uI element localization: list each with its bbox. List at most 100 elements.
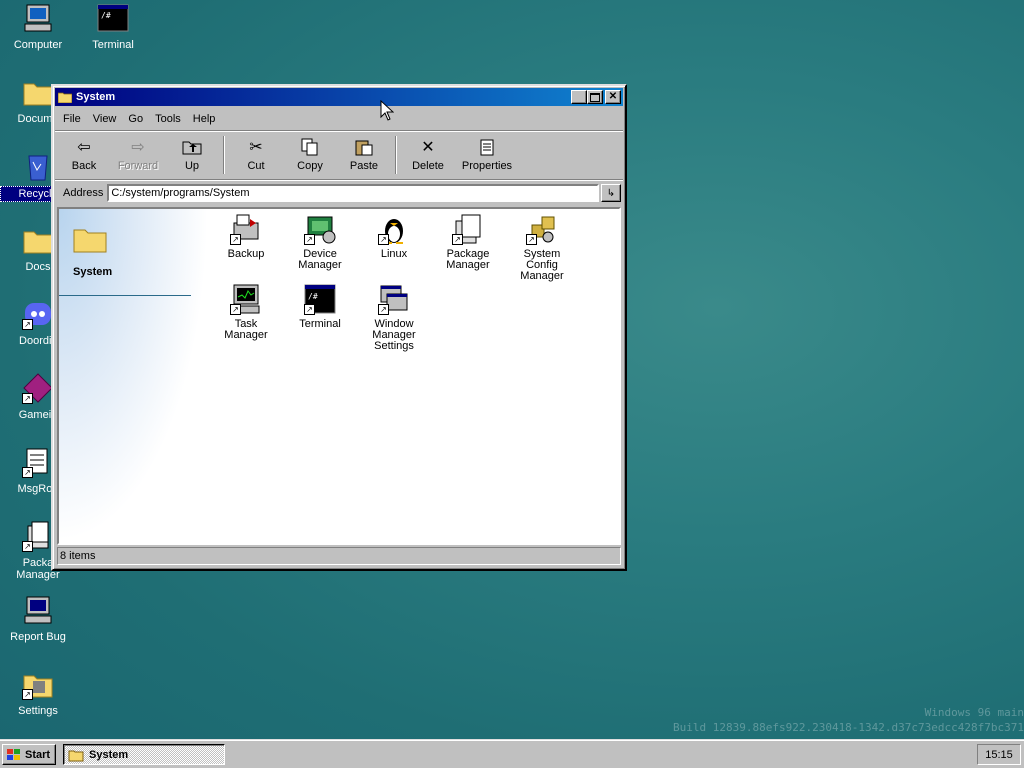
file-item-window-manager-settings[interactable]: ↗ Window Manager Settings (361, 283, 427, 352)
go-button[interactable]: ↳ (601, 184, 621, 202)
up-folder-icon (181, 137, 203, 157)
shortcut-arrow-icon: ↗ (378, 304, 389, 315)
heading-underline (59, 295, 191, 296)
menu-go[interactable]: Go (122, 110, 149, 128)
up-button[interactable]: Up (165, 134, 219, 176)
desktop-icon-label: Report Bug (10, 631, 66, 643)
window-manager-icon: ↗ (378, 283, 410, 315)
back-label: Back (71, 160, 97, 172)
maximize-icon (590, 92, 600, 102)
shortcut-arrow-icon: ↗ (22, 393, 33, 404)
back-button[interactable]: ⇦ Back (57, 134, 111, 176)
settings-icon: ↗ (22, 668, 54, 700)
svg-text:/#: /# (101, 11, 111, 20)
file-item-task-manager[interactable]: ↗ Task Manager (213, 283, 279, 341)
linux-tux-icon: ↗ (378, 213, 410, 245)
file-item-terminal[interactable]: /# ↗ Terminal (287, 283, 353, 330)
svg-text:/#: /# (308, 292, 318, 301)
taskbar: Start System 15:15 (0, 739, 1024, 768)
cut-label: Cut (247, 160, 265, 172)
taskbar-item-system[interactable]: System (63, 744, 225, 765)
computer-icon (22, 2, 54, 34)
file-item-device-manager[interactable]: ↗ Device Manager (287, 213, 353, 271)
start-label: Start (25, 748, 51, 761)
properties-label: Properties (461, 160, 513, 172)
menu-bar: File View Go Tools Help (57, 110, 221, 128)
paste-icon (353, 137, 375, 157)
menu-divider (55, 130, 623, 132)
backup-icon: ↗ (230, 213, 262, 245)
shortcut-arrow-icon: ↗ (230, 304, 241, 315)
folder-view: System ↗ Backup ↗ Device Manager ↗ Linux (57, 207, 621, 545)
desktop-icon-label: Computer (13, 39, 63, 51)
terminal-icon: /# (97, 2, 129, 34)
copy-button[interactable]: Copy (283, 134, 337, 176)
scissors-icon: ✂ (249, 139, 263, 156)
folder-icon (58, 92, 72, 103)
file-item-label: Task Manager (224, 318, 268, 341)
menu-help[interactable]: Help (187, 110, 222, 128)
minimize-button[interactable]: _ (571, 90, 587, 104)
file-item-label: Window Manager Settings (372, 318, 416, 352)
desktop-icon-label: Settings (18, 705, 58, 717)
file-item-label: System Config Manager (520, 248, 564, 282)
forward-label: Forward (117, 160, 159, 172)
folder-icon (22, 224, 54, 256)
file-item-package-manager[interactable]: ↗ Package Manager (435, 213, 501, 271)
folder-info-panel: System (59, 209, 209, 543)
status-bar: 8 items (57, 547, 621, 565)
delete-button[interactable]: ✕ Delete (401, 134, 455, 176)
package-icon: ↗ (452, 213, 484, 245)
minimize-icon: _ (576, 93, 582, 105)
maximize-button[interactable] (587, 90, 603, 104)
device-manager-icon: ↗ (304, 213, 336, 245)
delete-x-icon: ✕ (421, 139, 435, 156)
shortcut-arrow-icon: ↗ (378, 234, 389, 245)
messaging-icon: ↗ (22, 446, 54, 478)
address-input[interactable]: C:/system/programs/System (107, 184, 599, 202)
file-item-backup[interactable]: ↗ Backup (213, 213, 279, 260)
menu-view[interactable]: View (87, 110, 123, 128)
folder-icon (22, 76, 54, 108)
toolbar-separator (395, 136, 397, 174)
shortcut-arrow-icon: ↗ (526, 234, 537, 245)
shortcut-arrow-icon: ↗ (230, 234, 241, 245)
desktop-icon-computer[interactable]: Computer (0, 2, 76, 52)
toolbar-divider (55, 179, 623, 181)
toolbar-separator (223, 136, 225, 174)
windows-logo-icon (7, 748, 20, 760)
system-tray-clock[interactable]: 15:15 (977, 744, 1021, 765)
address-label: Address (63, 187, 104, 199)
desktop-icon-terminal[interactable]: /# Terminal (75, 2, 151, 52)
close-button[interactable]: ✕ (605, 90, 621, 104)
window-titlebar[interactable]: System _ ✕ (55, 88, 623, 106)
folder-icon (68, 750, 84, 761)
properties-icon (476, 137, 498, 157)
delete-label: Delete (412, 160, 444, 172)
build-watermark-line2: Build 12839.88efs922.230418-1342.d37c73e… (673, 721, 1024, 734)
menu-file[interactable]: File (57, 110, 87, 128)
file-item-label: Package Manager (446, 248, 490, 271)
properties-button[interactable]: Properties (455, 134, 519, 176)
folder-large-icon (73, 229, 107, 253)
package-icon: ↗ (22, 520, 54, 552)
explorer-window: System _ ✕ File View Go Tools Help ⇦ Bac… (51, 84, 627, 571)
file-item-label: Device Manager (298, 248, 342, 271)
system-config-icon: ↗ (526, 213, 558, 245)
up-label: Up (184, 160, 200, 172)
file-item-label: Terminal (299, 318, 341, 330)
go-arrow-icon: ↳ (606, 187, 616, 199)
cut-button[interactable]: ✂ Cut (229, 134, 283, 176)
shortcut-arrow-icon: ↗ (304, 304, 315, 315)
shortcut-arrow-icon: ↗ (452, 234, 463, 245)
address-bar: Address C:/system/programs/System ↳ (57, 182, 621, 204)
start-button[interactable]: Start (2, 744, 56, 765)
menu-tools[interactable]: Tools (149, 110, 187, 128)
paste-button[interactable]: Paste (337, 134, 391, 176)
file-item-linux[interactable]: ↗ Linux (361, 213, 427, 260)
forward-button[interactable]: ⇨ Forward (111, 134, 165, 176)
file-item-system-config-manager[interactable]: ↗ System Config Manager (509, 213, 575, 282)
file-item-label: Backup (227, 248, 265, 260)
desktop-icon-settings[interactable]: ↗ Settings (0, 668, 76, 718)
desktop-icon-report-bug[interactable]: Report Bug (0, 594, 76, 644)
